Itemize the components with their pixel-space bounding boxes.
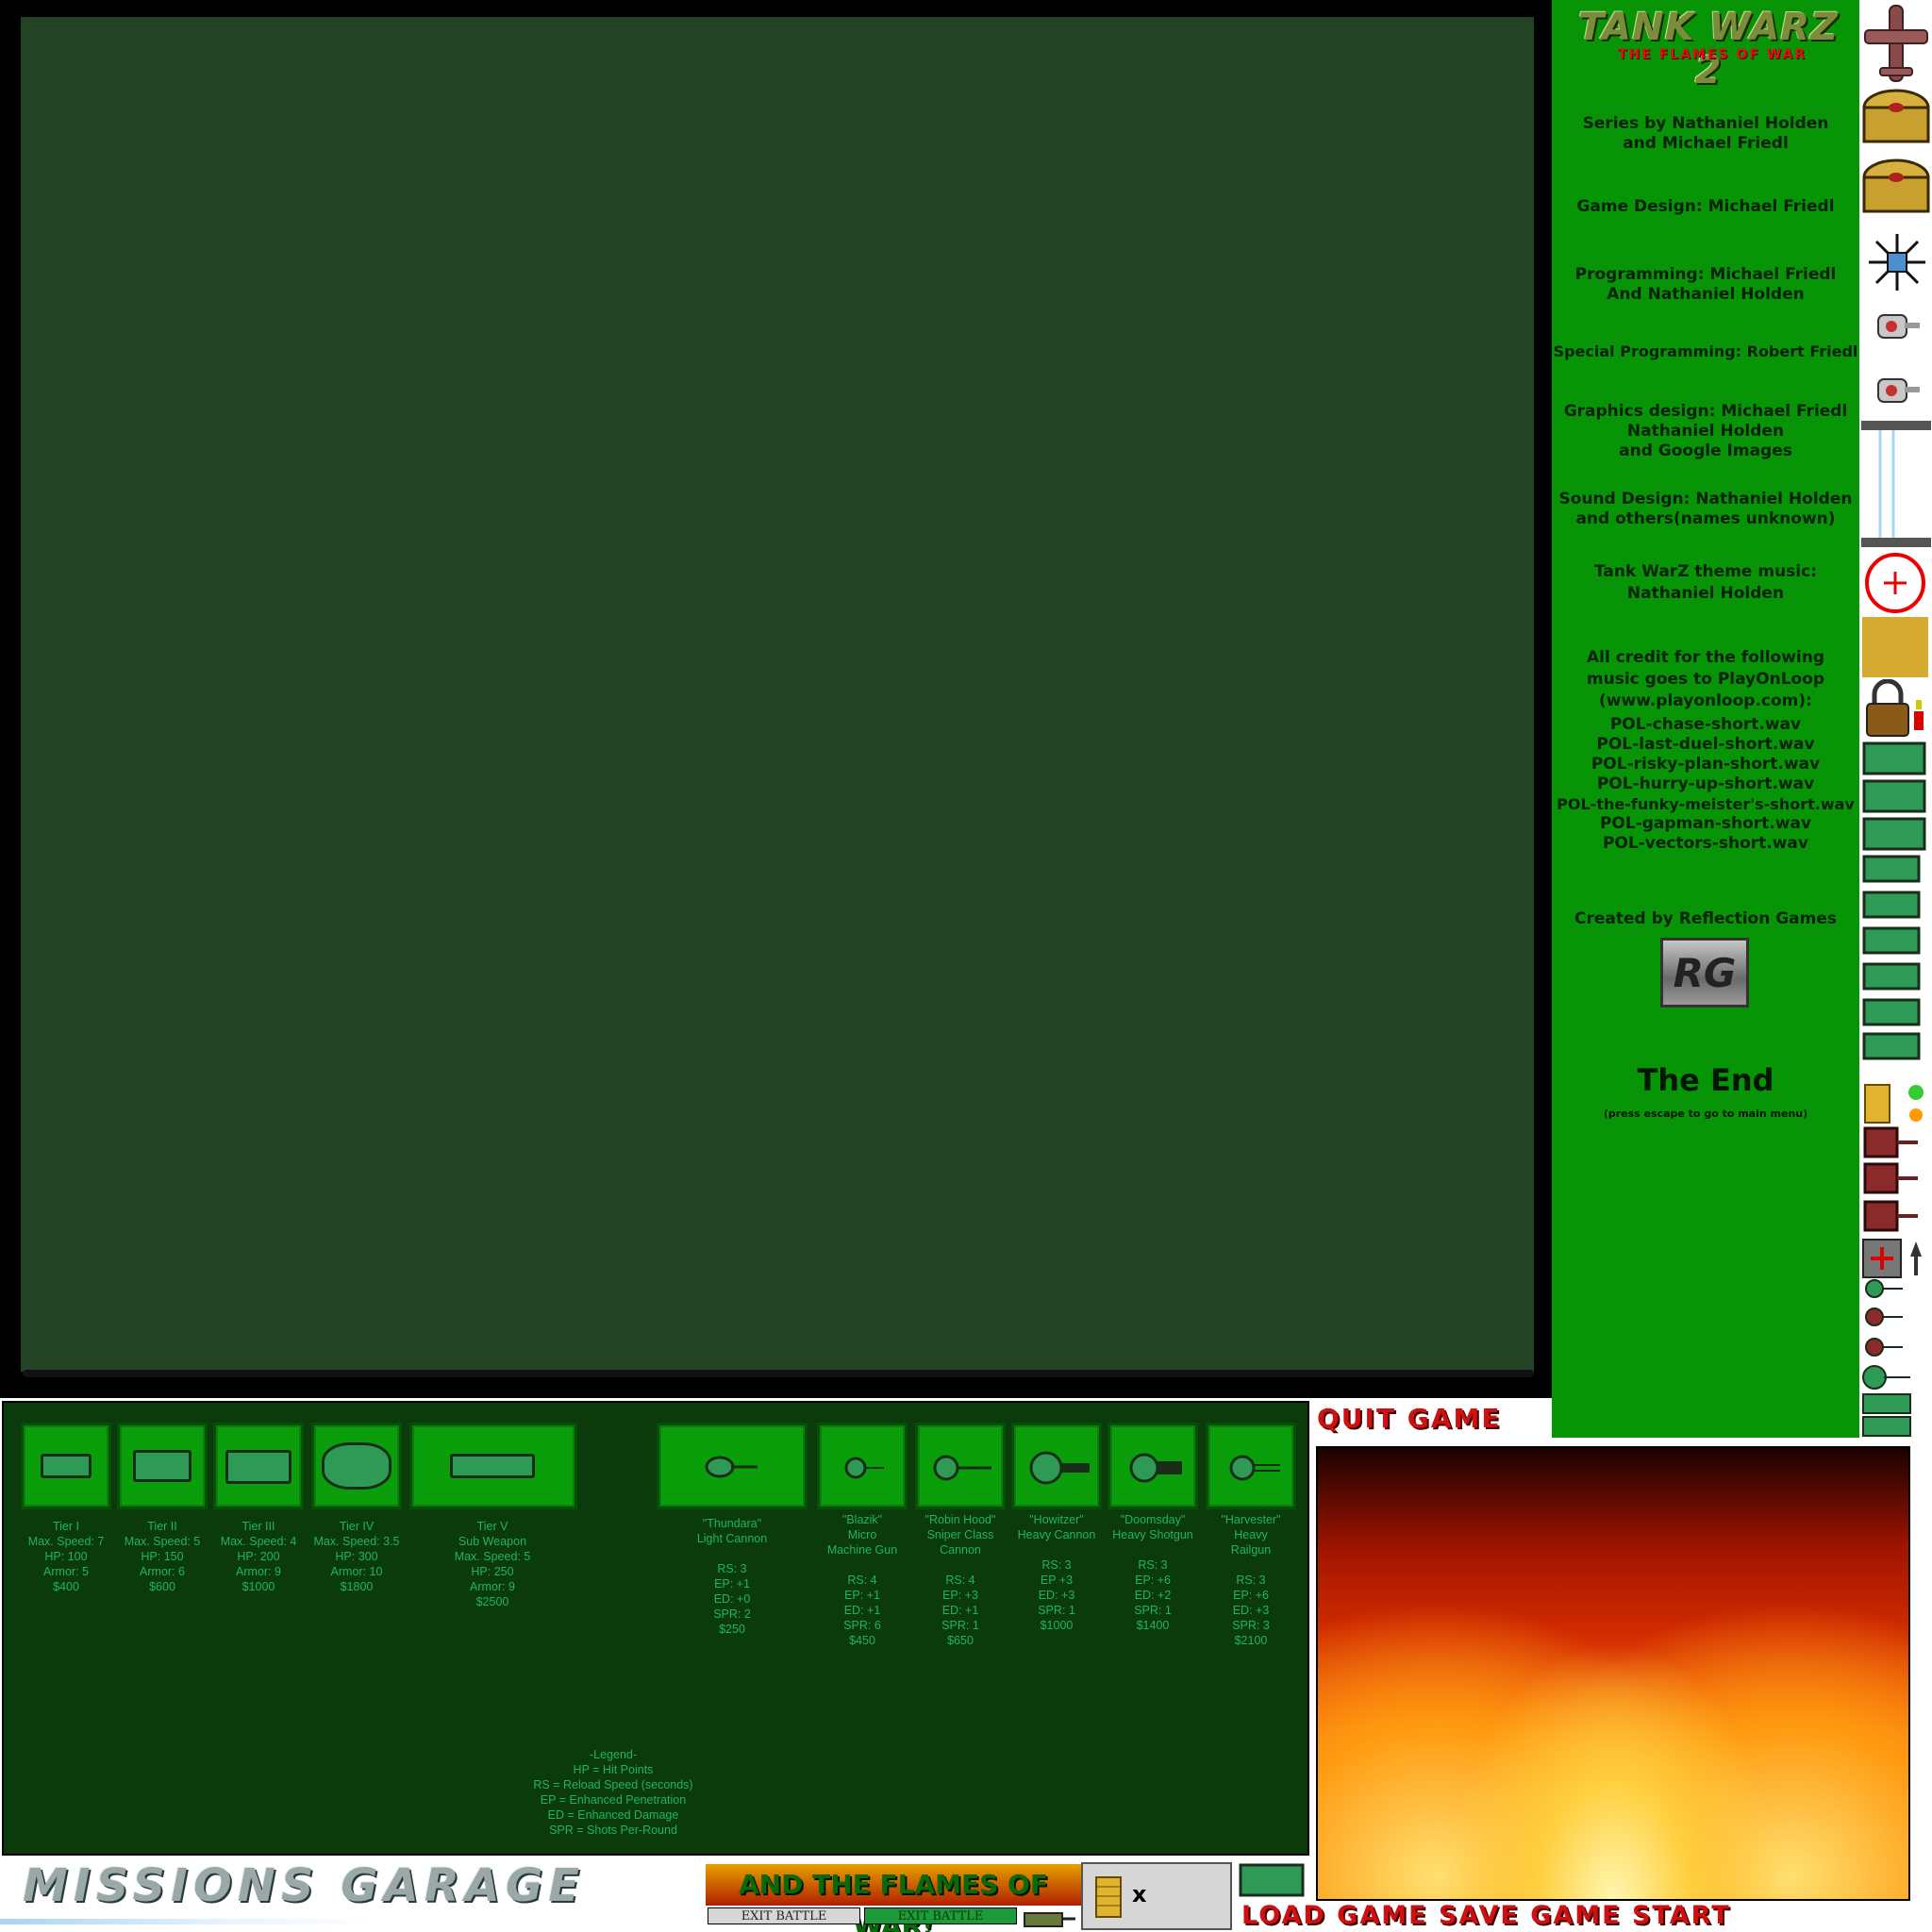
- flames-of-war-banner: AND THE FLAMES OF WAR!: [706, 1864, 1081, 1932]
- track-item: POL-vectors-short.wav: [1603, 834, 1808, 853]
- exit-battle-button-hover[interactable]: EXIT BATTLE: [864, 1907, 1017, 1924]
- credit-game-design: Game Design: Michael Friedl: [1576, 197, 1835, 216]
- turret-pod-icon: [1877, 314, 1920, 339]
- credit-series: Series by Nathaniel Holden and Michael F…: [1582, 114, 1829, 153]
- crosshair-icon: [1865, 553, 1925, 613]
- tank-sprite-icon: [1862, 741, 1926, 1060]
- credits-panel: TANK WARZ 2 THE FLAMES OF WAR Series by …: [1552, 0, 1859, 1438]
- machine-gun-icon: [844, 1457, 884, 1479]
- weapon-howitzer-card[interactable]: [1011, 1423, 1102, 1509]
- credit-created-by: Created by Reflection Games: [1574, 909, 1838, 928]
- weapon-robin-hood-card[interactable]: [915, 1423, 1006, 1509]
- game-logo-title: TANK WARZ 2: [1578, 6, 1839, 92]
- tank-tier-1-card[interactable]: [21, 1423, 111, 1509]
- weapon-thundara-card[interactable]: [657, 1423, 808, 1509]
- laser-gate-icon: [1861, 421, 1931, 547]
- credit-graphics: Graphics design: Michael Friedl Nathanie…: [1563, 402, 1848, 460]
- light-cannon-icon: [705, 1456, 758, 1478]
- tank-tier-4-info: Tier IV Max. Speed: 3.5 HP: 300 Armor: 1…: [313, 1520, 400, 1593]
- spiked-mine-icon: [1869, 234, 1925, 291]
- gold-texture-tile: [1862, 617, 1928, 677]
- tank-tier-5-card[interactable]: [409, 1423, 577, 1509]
- tank-icon: [41, 1454, 92, 1478]
- missions-garage-buttons[interactable]: MISSIONS GARAGE: [23, 1862, 692, 1909]
- track-item: POL-risky-plan-short.wav: [1591, 755, 1821, 774]
- gold-barrel-icon: [1862, 89, 1930, 143]
- playfield-scrollbar: [23, 1370, 1534, 1377]
- lock-icon: [1866, 679, 1924, 737]
- tank-tier-5-info: Tier V Sub Weapon Max. Speed: 5 HP: 250 …: [454, 1520, 531, 1608]
- exit-battle-button[interactable]: EXIT BATTLE: [708, 1907, 860, 1924]
- credit-programming: Programming: Michael Friedl And Nathanie…: [1574, 265, 1837, 304]
- game-logo-subtitle: THE FLAMES OF WAR: [1617, 47, 1807, 62]
- tank-preview-icon: [1239, 1863, 1305, 1897]
- tank-icon: [450, 1454, 535, 1478]
- the-end-heading: The End: [1637, 1062, 1774, 1098]
- coin-stack-icon: [1864, 1084, 1924, 1124]
- weapon-harvester-card[interactable]: [1206, 1423, 1296, 1509]
- load-save-start-buttons[interactable]: LOAD GAME SAVE GAME START: [1241, 1900, 1864, 1932]
- weapon-harvester-info: "Harvester" Heavy Railgun RS: 3 EP: +6 E…: [1221, 1513, 1281, 1647]
- stats-legend: -Legend- HP = Hit Points RS = Reload Spe…: [533, 1748, 693, 1837]
- track-item: POL-last-duel-short.wav: [1596, 735, 1815, 754]
- turret-pod-icon: [1877, 378, 1920, 403]
- weapon-doomsday-card[interactable]: [1108, 1423, 1198, 1509]
- bomber-plane-icon: [1864, 5, 1928, 82]
- fire-background-image: [1316, 1446, 1910, 1901]
- tank-tier-4-card[interactable]: [311, 1423, 402, 1509]
- track-list: POL-chase-short.wav POL-last-duel-short.…: [1552, 715, 1859, 854]
- quit-game-button[interactable]: QUIT GAME: [1317, 1402, 1534, 1436]
- turret-sprites-icon: [1862, 1279, 1911, 1437]
- sniper-cannon-icon: [933, 1455, 991, 1481]
- weapon-thundara-info: "Thundara" Light Cannon RS: 3 EP: +1 ED:…: [696, 1517, 768, 1636]
- credit-music-playonloop: All credit for the following music goes …: [1586, 648, 1825, 710]
- track-item: POL-hurry-up-short.wav: [1596, 774, 1815, 793]
- health-plus-icon: [1862, 1239, 1922, 1278]
- credit-theme-music: Tank WarZ theme music: Nathaniel Holden: [1593, 562, 1817, 603]
- reflection-games-logo: RG: [1660, 938, 1749, 1008]
- progress-line: [0, 1919, 377, 1924]
- gold-barrel-icon: [1862, 158, 1930, 213]
- tank-tier-2-card[interactable]: [117, 1423, 208, 1509]
- mini-tank-icon: [1024, 1912, 1075, 1927]
- railgun-icon: [1229, 1455, 1280, 1481]
- tank-icon: [322, 1442, 391, 1490]
- red-tank-icon: [1863, 1126, 1918, 1232]
- escape-hint: (press escape to go to main menu): [1603, 1108, 1808, 1120]
- weapon-blazik-card[interactable]: [817, 1423, 908, 1509]
- tank-tier-3-card[interactable]: [213, 1423, 304, 1509]
- track-item: POL-the-funky-meister's-short.wav: [1557, 795, 1855, 813]
- tank-icon: [225, 1450, 291, 1484]
- coin-stack-icon: [1095, 1876, 1122, 1918]
- sprite-strip: [1859, 0, 1932, 1443]
- tank-icon: [133, 1450, 192, 1482]
- heavy-cannon-icon: [1029, 1451, 1090, 1485]
- track-item: POL-chase-short.wav: [1609, 715, 1802, 734]
- battle-playfield[interactable]: [21, 17, 1534, 1372]
- money-multiplier: x: [1132, 1881, 1147, 1907]
- heavy-shotgun-icon: [1129, 1453, 1182, 1483]
- money-display: x: [1081, 1862, 1232, 1930]
- track-item: POL-gapman-short.wav: [1599, 814, 1812, 833]
- credit-special-programming: Special Programming: Robert Friedl: [1553, 342, 1858, 360]
- credit-sound: Sound Design: Nathaniel Holden and other…: [1558, 490, 1853, 528]
